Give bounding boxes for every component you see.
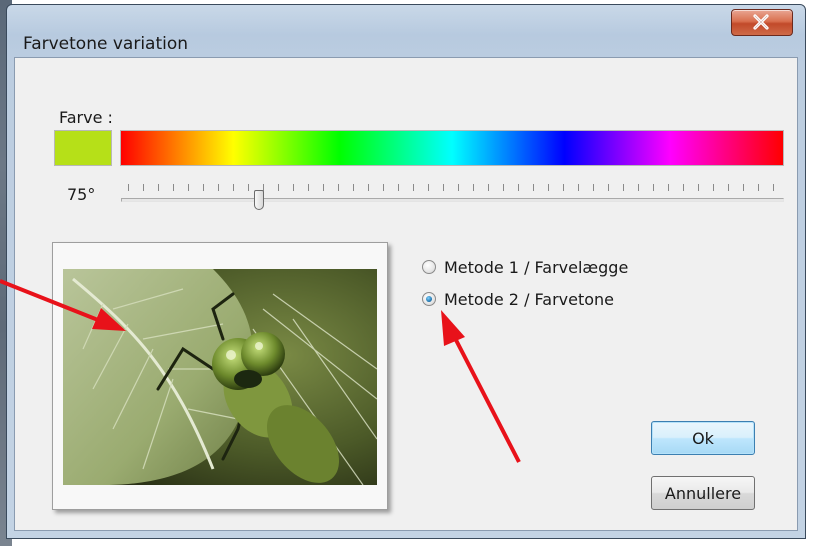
annotation-arrows: [0, 279, 521, 463]
annotation-arrow-right: [441, 310, 521, 463]
annotation-arrow-left: [0, 279, 126, 331]
